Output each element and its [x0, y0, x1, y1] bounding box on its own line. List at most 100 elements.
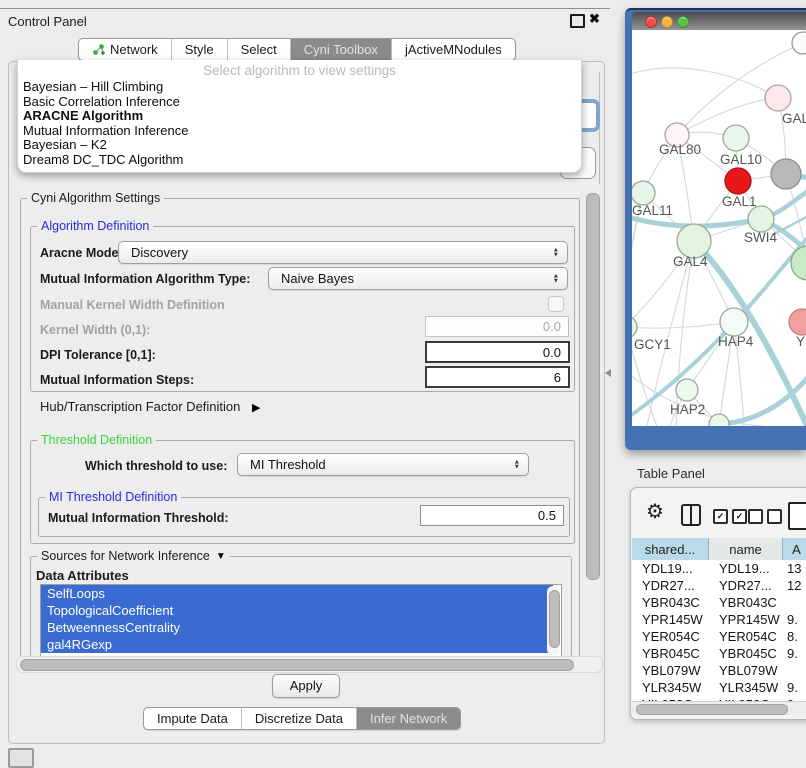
group-title: Threshold Definition [37, 433, 156, 447]
node-label: GAL80 [659, 142, 701, 157]
group-title: Sources for Network Inference ▼ [37, 549, 230, 563]
tab-style[interactable]: Style [171, 39, 227, 60]
list-item[interactable]: TopologicalCoefficient [41, 602, 553, 619]
list-item[interactable]: SelfLoops [41, 585, 553, 602]
tab-label: Network [110, 39, 158, 60]
tab-select[interactable]: Select [227, 39, 290, 60]
table-horizontal-scrollbar[interactable] [632, 701, 806, 715]
window-minimize-icon[interactable] [661, 16, 673, 28]
dpi-tolerance-field[interactable]: 0.0 [425, 341, 570, 363]
aracne-mode-label: Aracne Mode: [40, 246, 123, 260]
node-label: GAL4 [673, 254, 708, 269]
table-body: YDL19...YDL19...13 YDR27...YDR27...12 YB… [632, 560, 806, 701]
cyni-bottom-tabs: Impute Data Discretize Data Infer Networ… [143, 707, 461, 730]
list-item[interactable]: gal4RGexp [41, 636, 553, 653]
dpi-tolerance-label: DPI Tolerance [0,1]: [40, 348, 156, 362]
dropdown-item-highlighted[interactable]: ARACNE Algorithm [23, 109, 573, 124]
tab-network[interactable]: Network [79, 39, 171, 60]
mi-type-label: Mutual Information Algorithm Type: [40, 272, 250, 286]
tab-impute-data[interactable]: Impute Data [144, 708, 241, 729]
tab-discretize-data[interactable]: Discretize Data [241, 708, 356, 729]
settings-vertical-scrollbar[interactable] [584, 190, 600, 672]
select-all-checks-icon[interactable]: ✓✓ [713, 509, 747, 524]
node-label: Y [796, 334, 805, 349]
node-gal4 [677, 224, 711, 258]
column-header[interactable]: name [709, 538, 783, 560]
table-horizontal-scrollbar-thumb[interactable] [636, 704, 788, 715]
node-hap4 [720, 308, 748, 336]
group-title: MI Threshold Definition [45, 490, 181, 504]
aracne-mode-select[interactable]: Discovery ▲▼ [118, 241, 568, 264]
gear-icon[interactable]: ⚙ [646, 502, 664, 522]
float-window-icon[interactable] [570, 14, 585, 28]
dropdown-item[interactable]: Bayesian – Hill Climbing [23, 80, 573, 95]
mi-algorithm-type-select[interactable]: Naive Bayes ▲▼ [268, 267, 568, 290]
dropdown-prompt: Select algorithm to view settings [18, 63, 581, 78]
manual-kernel-checkbox[interactable] [548, 296, 564, 312]
table-panel: ⚙ ✓✓ shared... name A YDL19...YDL19...13… [630, 487, 806, 720]
panel-splitter-handle[interactable] [605, 369, 611, 377]
group-title: Cyni Algorithm Settings [27, 191, 164, 205]
stepper-icon: ▲▼ [553, 247, 559, 258]
stepper-icon: ▲▼ [514, 459, 520, 470]
node-label: HAP4 [718, 334, 754, 349]
unselect-all-checks-icon[interactable] [748, 509, 782, 524]
window-zoom-icon[interactable] [677, 16, 689, 28]
mi-steps-field[interactable]: 6 [425, 366, 570, 388]
which-threshold-select[interactable]: MI Threshold ▲▼ [237, 453, 529, 476]
minimized-panel-icon[interactable] [8, 748, 34, 768]
mi-threshold-field[interactable]: 0.5 [420, 505, 564, 526]
dropdown-item[interactable]: Bayesian – K2 [23, 138, 573, 153]
control-panel-title: Control Panel [8, 14, 87, 29]
table-row[interactable]: YBL079WYBL079W [632, 662, 806, 679]
node-gal10 [723, 125, 749, 151]
node-hap2 [676, 379, 698, 401]
apply-button[interactable]: Apply [272, 674, 340, 698]
table-panel-title: Table Panel [637, 466, 705, 481]
table-row[interactable]: YBR043CYBR043C [632, 594, 806, 611]
column-header[interactable]: shared... [632, 538, 709, 560]
node-label: GAL [782, 111, 806, 126]
list-scrollbar-thumb[interactable] [549, 590, 560, 648]
column-header[interactable]: A [783, 538, 806, 560]
node-gal1-selected [725, 168, 751, 194]
kernel-width-field[interactable]: 0.0 [425, 316, 569, 337]
table-header: shared... name A [632, 538, 806, 560]
dropdown-item[interactable]: Dream8 DC_TDC Algorithm [23, 153, 573, 168]
network-canvas[interactable]: GAL GAL80 GAL10 GAL1 GAL11 SWI4 GAL4 HAP… [632, 30, 806, 426]
node-swi4 [748, 206, 774, 232]
tab-cyni-toolbox[interactable]: Cyni Toolbox [290, 39, 391, 60]
manual-kernel-label: Manual Kernel Width Definition [40, 298, 225, 312]
node-label: GAL10 [720, 152, 762, 167]
data-attributes-label: Data Attributes [36, 568, 129, 583]
data-attributes-list: SelfLoops TopologicalCoefficient Between… [40, 584, 562, 658]
list-item[interactable]: BetweennessCentrality [41, 619, 553, 636]
node-unlabeled [792, 32, 806, 54]
node-label: GAL1 [722, 194, 757, 209]
table-row[interactable]: YDL19...YDL19...13 [632, 560, 806, 577]
network-window-titlebar[interactable] [632, 12, 806, 30]
tab-jactivemnodules[interactable]: jActiveMNodules [391, 39, 515, 60]
mi-steps-label: Mutual Information Steps: [40, 373, 194, 387]
mi-threshold-label: Mutual Information Threshold: [48, 511, 229, 525]
kernel-width-label: Kernel Width (0,1): [40, 323, 150, 337]
table-row[interactable]: YLR345WYLR345W9. [632, 679, 806, 696]
list-scrollbar[interactable] [547, 586, 559, 655]
settings-horizontal-scrollbar-thumb[interactable] [20, 659, 574, 671]
settings-vertical-scrollbar-thumb[interactable] [586, 193, 600, 580]
settings-horizontal-scrollbar[interactable] [16, 656, 603, 673]
table-row[interactable]: YDR27...YDR27...12 [632, 577, 806, 594]
table-row[interactable]: YER054CYER054C8. [632, 628, 806, 645]
new-table-icon[interactable] [788, 502, 806, 530]
close-icon[interactable]: ✖ [589, 11, 600, 27]
node-gray [771, 159, 801, 189]
window-close-icon[interactable] [645, 16, 657, 28]
expand-right-icon: ▶ [252, 402, 260, 414]
hub-definition-toggle[interactable]: Hub/Transcription Factor Definition ▶ [40, 399, 260, 414]
split-columns-icon[interactable] [681, 504, 701, 526]
network-icon [92, 43, 105, 56]
tab-infer-network[interactable]: Infer Network [356, 708, 460, 729]
table-row[interactable]: YPR145WYPR145W9. [632, 611, 806, 628]
table-row[interactable]: YBR045CYBR045C9. [632, 645, 806, 662]
stepper-icon: ▲▼ [553, 273, 559, 284]
